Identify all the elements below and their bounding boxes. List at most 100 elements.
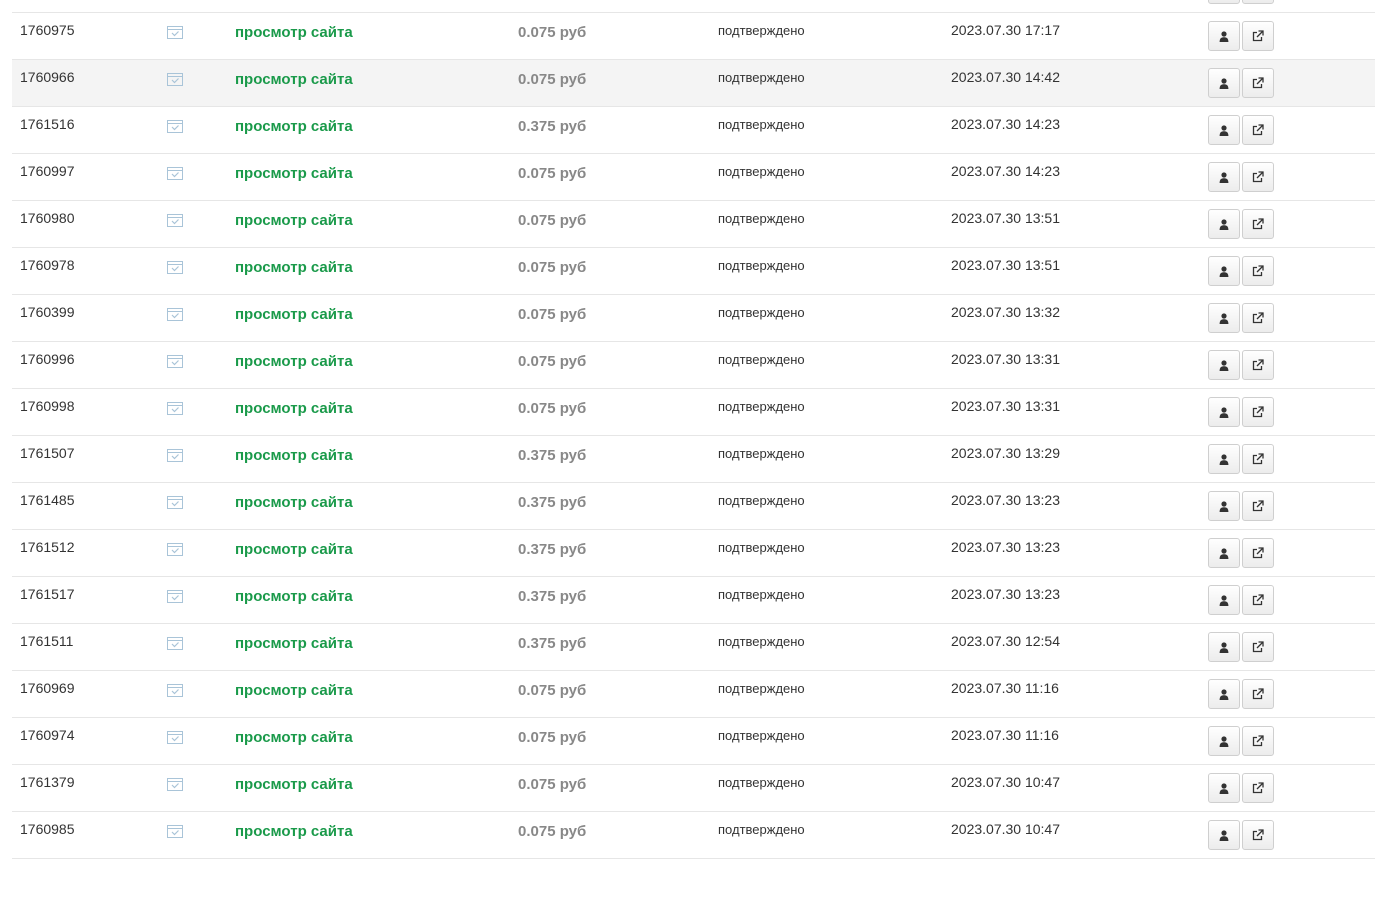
calendar-check-icon	[167, 72, 183, 86]
transaction-date: 2023.07.30 14:42	[951, 69, 1060, 85]
user-button[interactable]	[1208, 444, 1240, 474]
transaction-date: 2023.07.30 13:51	[951, 257, 1060, 273]
transaction-status: подтверждено	[718, 352, 805, 367]
transaction-status: подтверждено	[718, 728, 805, 743]
transaction-id: 1761379	[20, 774, 75, 790]
user-button[interactable]	[1208, 162, 1240, 192]
open-link-button[interactable]	[1242, 820, 1274, 850]
open-link-button[interactable]	[1242, 679, 1274, 709]
transaction-status: подтверждено	[718, 23, 805, 38]
transaction-date: 2023.07.30 13:29	[951, 445, 1060, 461]
transaction-id: 1760985	[20, 821, 75, 837]
transaction-id: 1761516	[20, 116, 75, 132]
open-link-button[interactable]	[1242, 0, 1274, 4]
user-icon	[1219, 829, 1229, 841]
calendar-check-icon	[167, 25, 183, 39]
open-link-button[interactable]	[1242, 303, 1274, 333]
external-link-icon	[1252, 312, 1264, 324]
user-button[interactable]	[1208, 491, 1240, 521]
transaction-status: подтверждено	[718, 305, 805, 320]
transaction-status: подтверждено	[718, 681, 805, 696]
user-icon	[1219, 30, 1229, 42]
open-link-button[interactable]	[1242, 632, 1274, 662]
external-link-icon	[1252, 124, 1264, 136]
user-button[interactable]	[1208, 115, 1240, 145]
transaction-id: 1760969	[20, 680, 75, 696]
user-button[interactable]	[1208, 303, 1240, 333]
transaction-date: 2023.07.30 13:31	[951, 398, 1060, 414]
transaction-date: 2023.07.30 10:47	[951, 821, 1060, 837]
transaction-type: просмотр сайта	[235, 776, 353, 793]
calendar-check-icon	[167, 213, 183, 227]
user-button[interactable]	[1208, 397, 1240, 427]
user-button[interactable]	[1208, 209, 1240, 239]
user-button[interactable]	[1208, 350, 1240, 380]
open-link-button[interactable]	[1242, 397, 1274, 427]
open-link-button[interactable]	[1242, 115, 1274, 145]
transaction-id: 1761507	[20, 445, 75, 461]
open-link-button[interactable]	[1242, 538, 1274, 568]
transaction-amount: 0.075 руб	[518, 212, 587, 229]
external-link-icon	[1252, 265, 1264, 277]
transaction-amount: 0.075 руб	[518, 776, 587, 793]
open-link-button[interactable]	[1242, 68, 1274, 98]
transaction-date: 2023.07.30 17:17	[951, 22, 1060, 38]
open-link-button[interactable]	[1242, 21, 1274, 51]
user-icon	[1219, 265, 1229, 277]
user-icon	[1219, 594, 1229, 606]
open-link-button[interactable]	[1242, 209, 1274, 239]
external-link-icon	[1252, 171, 1264, 183]
transaction-id: 1760974	[20, 727, 75, 743]
transaction-status: подтверждено	[718, 540, 805, 555]
transaction-type: просмотр сайта	[235, 212, 353, 229]
user-button[interactable]	[1208, 820, 1240, 850]
user-button[interactable]	[1208, 68, 1240, 98]
user-button[interactable]	[1208, 0, 1240, 4]
user-button[interactable]	[1208, 632, 1240, 662]
table-row: 1761511 просмотр сайта 0.375 руб подтвер…	[12, 624, 1375, 671]
external-link-icon	[1252, 77, 1264, 89]
transaction-amount: 0.075 руб	[518, 259, 587, 276]
transaction-date: 2023.07.30 11:16	[951, 680, 1059, 696]
user-button[interactable]	[1208, 773, 1240, 803]
transaction-status: подтверждено	[718, 493, 805, 508]
transaction-amount: 0.075 руб	[518, 71, 587, 88]
external-link-icon	[1252, 500, 1264, 512]
external-link-icon	[1252, 547, 1264, 559]
transaction-id: 1761485	[20, 492, 75, 508]
open-link-button[interactable]	[1242, 162, 1274, 192]
transaction-amount: 0.075 руб	[518, 24, 587, 41]
transaction-date: 2023.07.30 13:23	[951, 539, 1060, 555]
calendar-check-icon	[167, 401, 183, 415]
external-link-icon	[1252, 688, 1264, 700]
open-link-button[interactable]	[1242, 444, 1274, 474]
open-link-button[interactable]	[1242, 726, 1274, 756]
transaction-amount: 0.375 руб	[518, 635, 587, 652]
user-button[interactable]	[1208, 585, 1240, 615]
user-button[interactable]	[1208, 256, 1240, 286]
calendar-check-icon	[167, 119, 183, 133]
transaction-amount: 0.375 руб	[518, 588, 587, 605]
transaction-id: 1760997	[20, 163, 75, 179]
transaction-status: подтверждено	[718, 211, 805, 226]
open-link-button[interactable]	[1242, 491, 1274, 521]
user-button[interactable]	[1208, 538, 1240, 568]
user-icon	[1219, 453, 1229, 465]
external-link-icon	[1252, 735, 1264, 747]
open-link-button[interactable]	[1242, 773, 1274, 803]
open-link-button[interactable]	[1242, 256, 1274, 286]
open-link-button[interactable]	[1242, 350, 1274, 380]
user-icon	[1219, 124, 1229, 136]
transaction-amount: 0.375 руб	[518, 118, 587, 135]
transaction-amount: 0.075 руб	[518, 306, 587, 323]
transaction-id: 1760966	[20, 69, 75, 85]
table-row: 1761507 просмотр сайта 0.375 руб подтвер…	[12, 436, 1375, 483]
user-icon	[1219, 77, 1229, 89]
transaction-type: просмотр сайта	[235, 165, 353, 182]
user-button[interactable]	[1208, 21, 1240, 51]
user-button[interactable]	[1208, 726, 1240, 756]
table-row: 1760399 просмотр сайта 0.075 руб подтвер…	[12, 295, 1375, 342]
calendar-check-icon	[167, 354, 183, 368]
user-button[interactable]	[1208, 679, 1240, 709]
open-link-button[interactable]	[1242, 585, 1274, 615]
